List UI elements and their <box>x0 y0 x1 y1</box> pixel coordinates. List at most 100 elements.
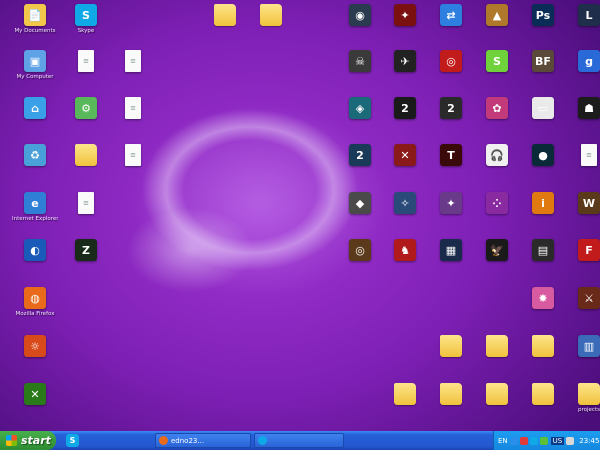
desktop-icon-game-2-a[interactable]: 2 <box>382 97 428 121</box>
desktop-icon-game-ww[interactable]: W <box>566 192 600 216</box>
document-icon: ≡ <box>78 192 94 214</box>
game-red-2-icon: ◎ <box>440 50 462 72</box>
my-computer-icon: ▣ <box>24 50 46 72</box>
desktop-icon-game-redhat[interactable]: ♞ <box>382 239 428 263</box>
desktop-icon-game-dark[interactable]: ● <box>520 144 566 168</box>
start-button[interactable]: start <box>0 431 56 450</box>
app-blue-circle-icon: ◐ <box>24 239 46 261</box>
folder-icon <box>214 4 236 26</box>
desktop-icon-app-folder-dark[interactable]: ▤ <box>520 239 566 263</box>
desktop-icon-game-grid[interactable]: ▦ <box>428 239 474 263</box>
game-blue-icon: ✧ <box>394 192 416 214</box>
keyboard-layout[interactable]: US <box>550 436 565 445</box>
desktop-icon-game-green-man[interactable]: ✕ <box>12 383 58 407</box>
desktop-icon-game-z[interactable]: Z <box>63 239 109 263</box>
volume-icon[interactable] <box>566 436 575 445</box>
desktop-icon-game-t[interactable]: T <box>428 144 474 168</box>
desktop-icon-game-pink[interactable]: ✿ <box>474 97 520 121</box>
desktop-icon-internet-explorer[interactable]: e Internet Explorer <box>12 192 58 222</box>
desktop-icon-game-2-b[interactable]: 2 <box>428 97 474 121</box>
desktop-icon-label: projects <box>578 407 600 413</box>
desktop-icon-app-orange[interactable]: ☼ <box>12 335 58 359</box>
security-icon[interactable] <box>519 436 528 445</box>
desktop-icon-game-spartan[interactable]: ⚔ <box>566 287 600 311</box>
desktop-icon-label: Mozilla Firefox <box>15 311 55 317</box>
desktop-icon-folder-projects[interactable]: projects <box>566 383 600 413</box>
network-icon[interactable] <box>509 436 518 445</box>
desktop-icon-game-red-2[interactable]: ◎ <box>428 50 474 74</box>
folder-icon <box>486 335 508 357</box>
language-indicator[interactable]: EN <box>498 437 508 445</box>
desktop-icon-game-red-1[interactable]: ✦ <box>382 4 428 28</box>
desktop-icon-game-poster[interactable]: ▲ <box>474 4 520 28</box>
desktop-icon-app-blue-circle[interactable]: ◐ <box>12 239 58 263</box>
desktop-icon-game-ghost[interactable]: ☠ <box>337 50 383 74</box>
desktop-icon-folder-row6-2[interactable] <box>428 383 474 407</box>
desktop-icon-counter-strike[interactable]: ☗ <box>566 97 600 121</box>
desktop-icon-doc-3[interactable]: ≡ <box>110 97 156 121</box>
desktop-icon-game-runner[interactable]: ✕ <box>382 144 428 168</box>
desktop-icon-game-logo[interactable]: ◆ <box>337 192 383 216</box>
skype-icon <box>258 436 267 445</box>
desktop-icon-battlefield[interactable]: BF <box>520 50 566 74</box>
desktop-icon-folder-row5-2[interactable] <box>474 335 520 359</box>
desktop-icon-game-sniper[interactable]: ✈ <box>382 50 428 74</box>
update-icon[interactable] <box>539 436 548 445</box>
desktop-icon-folder-mid[interactable] <box>63 144 109 168</box>
game-t-icon: T <box>440 144 462 166</box>
skype-icon: S <box>75 4 97 26</box>
desktop-icon-league[interactable]: L <box>566 4 600 28</box>
desktop-icon-folder-top-1[interactable] <box>202 4 248 28</box>
desktop-icon-app-radial[interactable]: ◎ <box>337 239 383 263</box>
clock[interactable]: 23:45 <box>579 437 599 445</box>
desktop-icon-game-cake[interactable]: ✸ <box>520 287 566 311</box>
desktop-icon-my-computer[interactable]: ▣ My Computer <box>12 50 58 80</box>
skype-tray-icon[interactable] <box>529 436 538 445</box>
desktop-icon-folder-top-2[interactable] <box>248 4 294 28</box>
taskbar-button-firefox[interactable]: edno23... <box>155 433 251 448</box>
system-tray: EN US 23:45 <box>493 431 600 450</box>
desktop-icon-folder-row5-1[interactable] <box>428 335 474 359</box>
desktop-icon-gamesoft[interactable]: g <box>566 50 600 74</box>
desktop-icon-doc-6[interactable]: ≡ <box>63 192 109 216</box>
desktop-icon-doc-5[interactable]: ≡ <box>566 144 600 168</box>
desktop-icon-recycle-bin[interactable]: ♻ <box>12 144 58 168</box>
desktop-icon-teamviewer[interactable]: ⇄ <box>428 4 474 28</box>
desktop-icon-doc-1[interactable]: ≡ <box>63 50 109 74</box>
desktop-icon-archive[interactable]: ▥ <box>566 335 600 359</box>
desktop-icon-filezilla[interactable]: F <box>566 239 600 263</box>
desktop-icon-window-app[interactable]: ▭ <box>520 97 566 121</box>
quick-launch-skype-icon[interactable]: S <box>66 434 79 447</box>
desktop-icon-my-documents[interactable]: 📄 My Documents <box>12 4 58 34</box>
desktop-icon-folder-row6-4[interactable] <box>520 383 566 407</box>
desktop-icon-skype-2[interactable]: S <box>474 50 520 74</box>
desktop-icon-game-2-c[interactable]: 2 <box>337 144 383 168</box>
desktop-icon-folder-row5-3[interactable] <box>520 335 566 359</box>
app-orange-icon: ☼ <box>24 335 46 357</box>
desktop-icon-doc-2[interactable]: ≡ <box>110 50 156 74</box>
desktop-icon-game-blue[interactable]: ✧ <box>382 192 428 216</box>
desktop-icon-game-dots[interactable]: ⁘ <box>474 192 520 216</box>
desktop-icon-network[interactable]: ⌂ <box>12 97 58 121</box>
desktop-icon-label: Internet Explorer <box>12 216 58 222</box>
desktop-icon-app-green[interactable]: ⚙ <box>63 97 109 121</box>
desktop-icon-game-parrot[interactable]: ✦ <box>428 192 474 216</box>
desktop-icon-game-teal[interactable]: ◈ <box>337 97 383 121</box>
desktop-icon-folder-row6-1[interactable] <box>382 383 428 407</box>
game-poster-icon: ▲ <box>486 4 508 26</box>
taskbar-button-skype[interactable] <box>254 433 344 448</box>
desktop-icon-photoshop[interactable]: Ps <box>520 4 566 28</box>
desktop-icon-game-bird[interactable]: 🦅 <box>474 239 520 263</box>
desktop-icon-headset[interactable]: 🎧 <box>474 144 520 168</box>
desktop-icon-folder-row6-3[interactable] <box>474 383 520 407</box>
desktop-icon-skype[interactable]: S Skype <box>63 4 109 34</box>
game-ww-icon: W <box>578 192 600 214</box>
game-dark-icon: ● <box>532 144 554 166</box>
desktop-icon-info[interactable]: i <box>520 192 566 216</box>
window-app-icon: ▭ <box>532 97 554 119</box>
info-icon: i <box>532 192 554 214</box>
game-cake-icon: ✸ <box>532 287 554 309</box>
desktop-icon-steam[interactable]: ◉ <box>337 4 383 28</box>
desktop-icon-doc-4[interactable]: ≡ <box>110 144 156 168</box>
desktop-icon-firefox[interactable]: ◍ Mozilla Firefox <box>12 287 58 317</box>
